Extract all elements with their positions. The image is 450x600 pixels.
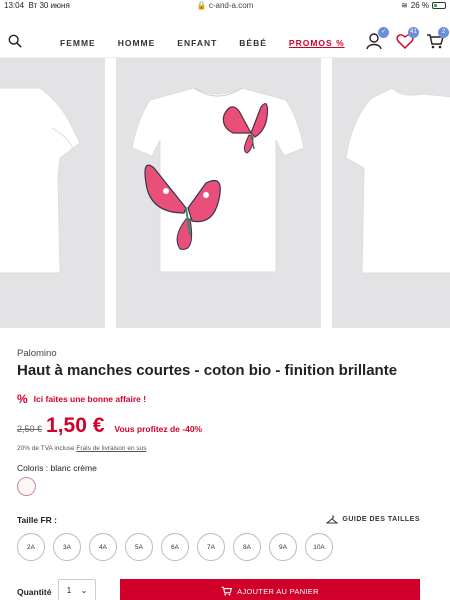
- size-option-3a[interactable]: 3A: [53, 533, 81, 561]
- menu-promos[interactable]: PROMOS %: [289, 38, 345, 48]
- size-option-9a[interactable]: 9A: [269, 533, 297, 561]
- size-option-4a[interactable]: 4A: [89, 533, 117, 561]
- size-option-8a[interactable]: 8A: [233, 533, 261, 561]
- product-gallery[interactable]: [0, 58, 450, 328]
- new-price: 1,50 €: [46, 414, 105, 437]
- size-options: 2A 3A 4A 5A 6A 7A 8A 9A 10A: [17, 533, 333, 561]
- size-option-2a[interactable]: 2A: [17, 533, 45, 561]
- size-guide-link[interactable]: GUIDE DES TAILLES: [326, 515, 420, 524]
- wishlist-count: 41: [408, 27, 419, 38]
- menu-femme[interactable]: FEMME: [60, 38, 96, 48]
- hanger-icon: [326, 515, 339, 524]
- status-right: ≋ 26 %: [401, 1, 446, 10]
- product-brand[interactable]: Palomino: [17, 348, 57, 359]
- vat-text: 20% de TVA incluse: [17, 445, 75, 452]
- tshirt-back-image: [0, 87, 81, 274]
- account-button[interactable]: ✓: [366, 27, 389, 50]
- wifi-icon: ≋: [401, 1, 408, 10]
- size-option-7a[interactable]: 7A: [197, 533, 225, 561]
- menu-bebe[interactable]: BÉBÉ: [239, 38, 267, 48]
- status-bar: 13:04 Вт 30 июня 🔒 c-and-a.com ≋ 26 %: [0, 0, 450, 12]
- menu-homme[interactable]: HOMME: [118, 38, 156, 48]
- url-text: c-and-a.com: [208, 1, 254, 10]
- size-label: Taille FR :: [17, 515, 57, 525]
- add-to-cart-label: AJOUTER AU PANIER: [237, 586, 319, 596]
- gallery-image-main[interactable]: [116, 58, 321, 328]
- chevron-down-icon: ⌄: [80, 585, 88, 595]
- deal-text: Ici faites une bonne affaire !: [33, 394, 147, 404]
- price-block: 2,50 € 1,50 € Vous profitez de -40%: [17, 414, 202, 438]
- size-guide-label: GUIDE DES TAILLES: [342, 516, 420, 523]
- size-option-5a[interactable]: 5A: [125, 533, 153, 561]
- gallery-image-right[interactable]: [332, 58, 450, 328]
- percent-icon: %: [17, 392, 28, 406]
- gallery-image-left[interactable]: [0, 58, 105, 328]
- menu-enfant[interactable]: ENFANT: [177, 38, 217, 48]
- old-price: 2,50 €: [17, 424, 43, 434]
- address-bar[interactable]: 🔒 c-and-a.com: [0, 1, 450, 10]
- quantity-label: Quantité: [17, 587, 52, 597]
- cart-button[interactable]: 2: [426, 27, 449, 50]
- wishlist-button[interactable]: 41: [396, 27, 419, 50]
- nav-icons: ✓ 41 2: [366, 27, 449, 50]
- quantity-value: 1: [66, 585, 72, 595]
- color-label: Coloris : blanc crème: [17, 463, 97, 473]
- main-menu: FEMME HOMME ENFANT BÉBÉ PROMOS %: [60, 38, 367, 48]
- tshirt-side-image: [345, 87, 450, 274]
- shipping-link[interactable]: Frais de livraison en sus: [76, 445, 146, 452]
- battery-percent: 26 %: [410, 1, 429, 10]
- add-to-cart-button[interactable]: AJOUTER AU PANIER: [120, 579, 420, 600]
- search-icon[interactable]: [8, 34, 22, 48]
- color-swatch-cream[interactable]: [17, 477, 36, 496]
- account-check-icon: ✓: [378, 27, 389, 38]
- cart-count: 2: [438, 27, 449, 38]
- tshirt-butterfly-image: [131, 87, 305, 273]
- savings-text: Vous profitez de -40%: [114, 424, 203, 434]
- battery-icon: [432, 2, 446, 9]
- quantity-select[interactable]: 1 ⌄: [58, 579, 96, 600]
- top-nav: FEMME HOMME ENFANT BÉBÉ PROMOS % ✓ 41 2: [0, 12, 450, 58]
- product-title: Haut à manches courtes - coton bio - fin…: [17, 362, 398, 379]
- size-option-10a[interactable]: 10A: [305, 533, 333, 561]
- vat-info: 20% de TVA incluse Frais de livraison en…: [17, 445, 146, 452]
- size-option-6a[interactable]: 6A: [161, 533, 189, 561]
- deal-banner: % Ici faites une bonne affaire !: [17, 392, 146, 406]
- cart-icon: [221, 586, 233, 596]
